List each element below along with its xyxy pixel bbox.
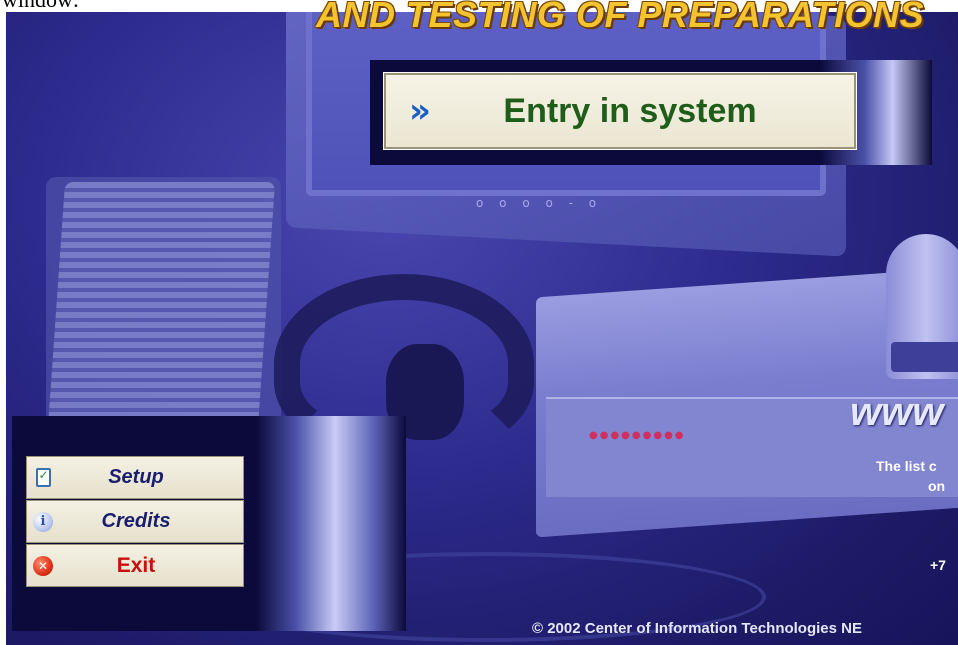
exit-button[interactable]: ✕ Exit	[26, 544, 244, 587]
list-text: The list c	[876, 458, 937, 474]
on-text: on	[928, 478, 946, 494]
entry-button-label: Entry in system	[503, 91, 757, 130]
setup-label: Setup	[108, 466, 164, 488]
monitor-buttons-image: o o o o - o	[476, 196, 603, 210]
setup-button[interactable]: Setup	[26, 456, 244, 499]
entry-in-system-button[interactable]: » Entry in system	[383, 72, 857, 150]
checklist-icon	[27, 457, 59, 498]
cylinder-base-image	[891, 342, 958, 372]
exit-label: Exit	[116, 553, 156, 577]
copyright-text: © 2002 Center of Information Technologie…	[532, 620, 862, 637]
credits-label: Credits	[101, 510, 171, 532]
modem-leds-image: ●●●●●●●●●	[589, 430, 686, 441]
website-link[interactable]: www	[850, 390, 943, 435]
info-icon: i	[27, 501, 59, 542]
close-circle-icon: ✕	[27, 545, 59, 586]
double-chevron-right-icon: »	[409, 91, 431, 131]
top-strip-text: window:	[2, 0, 79, 12]
keyboard-keys-image	[46, 182, 276, 442]
credits-button[interactable]: i Credits	[26, 500, 244, 543]
page-title: AND TESTING OF PREPARATIONS	[316, 0, 925, 35]
phone-text: +7	[930, 557, 946, 573]
